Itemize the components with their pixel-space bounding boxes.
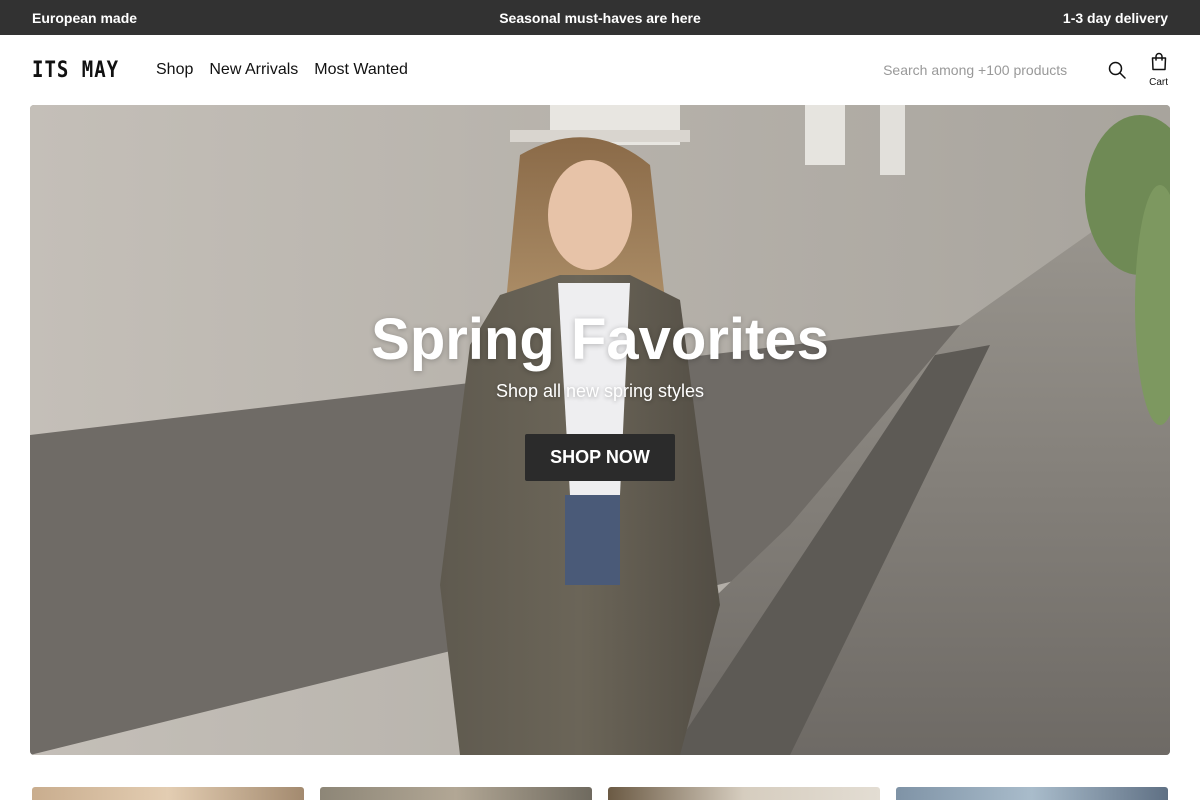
category-tiles — [32, 787, 1168, 800]
header-actions: Cart — [883, 52, 1168, 88]
shopping-bag-icon — [1150, 52, 1168, 76]
hero-title: Spring Favorites — [371, 307, 829, 372]
category-tile[interactable] — [896, 787, 1168, 800]
site-header: ITS MAY Shop New Arrivals Most Wanted Ca… — [0, 35, 1200, 105]
main-nav: Shop New Arrivals Most Wanted — [156, 61, 408, 79]
search-icon[interactable] — [1107, 60, 1127, 80]
nav-most-wanted[interactable]: Most Wanted — [314, 61, 408, 79]
announcement-left: European made — [32, 9, 138, 26]
announcement-bar: European made Seasonal must-haves are he… — [0, 0, 1200, 35]
cart-button[interactable]: Cart — [1149, 52, 1168, 88]
hero-content: Spring Favorites Shop all new spring sty… — [30, 305, 1170, 481]
nav-new-arrivals[interactable]: New Arrivals — [209, 61, 298, 79]
category-tile[interactable] — [320, 787, 592, 800]
search-input[interactable] — [883, 55, 1094, 85]
hero-banner[interactable]: Spring Favorites Shop all new spring sty… — [30, 105, 1170, 755]
shop-now-button[interactable]: SHOP NOW — [525, 434, 675, 481]
announcement-center: Seasonal must-haves are here — [499, 9, 701, 26]
brand-logo[interactable]: ITS MAY — [32, 57, 156, 82]
category-tile[interactable] — [32, 787, 304, 800]
category-tile[interactable] — [608, 787, 880, 800]
cart-label: Cart — [1149, 77, 1168, 88]
hero-subtitle: Shop all new spring styles — [495, 381, 705, 401]
announcement-right: 1-3 day delivery — [1062, 9, 1168, 26]
nav-shop[interactable]: Shop — [156, 61, 193, 79]
